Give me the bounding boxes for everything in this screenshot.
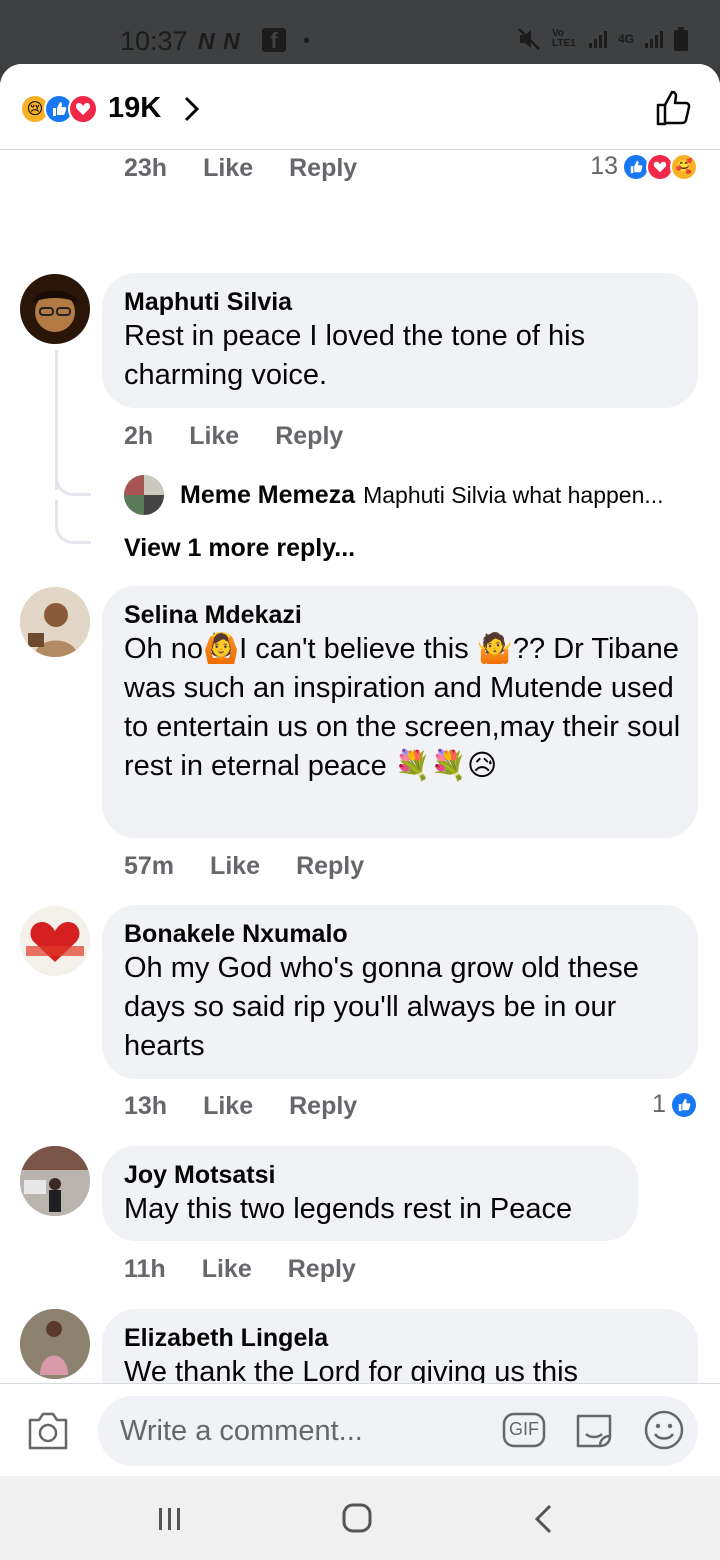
shrug-emoji: 🤷: [476, 633, 513, 665]
sheet-header: 😢 19K: [0, 64, 720, 150]
comment-time: 11h: [124, 1255, 166, 1283]
view-more-replies[interactable]: View 1 more reply...: [124, 534, 355, 563]
sticker-icon[interactable]: [572, 1408, 616, 1452]
comment-author[interactable]: Joy Motsatsi: [124, 1160, 616, 1190]
comment-bubble: Selina Mdekazi Oh no🙆I can't believe thi…: [102, 586, 698, 838]
comment-text: Rest in peace I loved the tone of his ch…: [124, 320, 586, 391]
like-outline-icon[interactable]: [654, 88, 694, 128]
comment-text-part: I can't believe this: [239, 633, 477, 665]
facebook-notification-icon: f: [262, 28, 286, 53]
status-time: 10:37: [120, 26, 188, 56]
bouquet-sad-emoji: 💐💐😥: [394, 750, 498, 782]
comment-composer: GIF: [0, 1383, 720, 1476]
comment-time: 13h: [124, 1092, 168, 1120]
avatar[interactable]: [20, 906, 90, 976]
thread-connector: [55, 450, 91, 496]
comment-actions: 11h Like Reply: [124, 1255, 392, 1284]
volte-label: Vo LTE1: [551, 28, 576, 49]
comment-text-part: Oh no: [124, 633, 203, 665]
signal-icon: [588, 31, 607, 48]
reply-avatar[interactable]: [124, 475, 164, 515]
comment-author[interactable]: Selina Mdekazi: [124, 600, 676, 630]
battery-icon: [674, 27, 688, 51]
like-link[interactable]: Like: [202, 1255, 252, 1284]
camera-icon[interactable]: [26, 1410, 70, 1452]
reactions-summary[interactable]: 😢 19K: [20, 92, 205, 125]
like-link[interactable]: Like: [189, 422, 239, 451]
status-bar: 10:37 N N f • Vo LTE1 4G: [0, 0, 720, 68]
comment-reaction-count: 13: [590, 152, 618, 180]
like-icon: [670, 1090, 698, 1119]
avatar[interactable]: [20, 274, 90, 344]
woman-gesturing-emoji: 🙆: [203, 633, 240, 665]
avatar[interactable]: [20, 1309, 90, 1379]
reply-preview[interactable]: Meme Memeza Maphuti Silvia what happen..…: [124, 475, 664, 515]
avatar[interactable]: [20, 1146, 90, 1216]
comment-bubble: Maphuti Silvia Rest in peace I loved the…: [102, 273, 698, 408]
chevron-right-icon[interactable]: [177, 95, 205, 123]
comment-input[interactable]: [120, 1410, 490, 1452]
gif-label: GIF: [509, 1419, 539, 1439]
gif-button[interactable]: GIF: [502, 1410, 546, 1450]
reaction-count: 19K: [108, 92, 162, 124]
comment-actions: 2h Like Reply: [124, 422, 379, 451]
like-link[interactable]: Like: [203, 154, 253, 183]
back-icon[interactable]: [524, 1502, 564, 1536]
notification-dot: •: [303, 30, 311, 52]
comment-reactions[interactable]: 1: [652, 1090, 698, 1119]
comment-time: 23h: [124, 154, 168, 182]
emoji-icon[interactable]: [642, 1408, 686, 1452]
comment-bubble: Bonakele Nxumalo Oh my God who's gonna g…: [102, 905, 698, 1079]
reply-link[interactable]: Reply: [296, 852, 364, 881]
like-link[interactable]: Like: [210, 852, 260, 881]
recents-icon[interactable]: [150, 1502, 190, 1536]
comments-sheet: 😢 19K 23h Like Reply 13 🥰 Maphuti Silvia…: [0, 64, 720, 1476]
avatar[interactable]: [20, 587, 90, 657]
network-type: 4G: [617, 32, 634, 46]
reply-link[interactable]: Reply: [275, 422, 343, 451]
status-right-cluster: Vo LTE1 4G: [516, 26, 688, 52]
comment-actions: 23h Like Reply: [124, 154, 393, 183]
comment-bubble: Joy Motsatsi May this two legends rest i…: [102, 1146, 638, 1241]
reply-text: Maphuti Silvia what happen...: [363, 481, 664, 508]
comment-actions: 13h Like Reply: [124, 1092, 393, 1121]
thread-connector: [55, 500, 91, 544]
signal-icon-2: [645, 31, 663, 48]
love-icon: [68, 93, 98, 124]
comment-reactions[interactable]: 13 🥰: [590, 152, 698, 181]
comment-author[interactable]: Bonakele Nxumalo: [124, 919, 676, 949]
comment-author[interactable]: Elizabeth Lingela: [124, 1323, 676, 1353]
reply-link[interactable]: Reply: [288, 1255, 356, 1284]
reply-link[interactable]: Reply: [289, 154, 357, 183]
comment-text: May this two legends rest in Peace: [124, 1193, 573, 1225]
comment-input-container[interactable]: GIF: [98, 1396, 698, 1466]
like-link[interactable]: Like: [203, 1092, 253, 1121]
comment-actions: 57m Like Reply: [124, 852, 400, 881]
comment-text: Oh no🙆I can't believe this 🤷?? Dr Tibane…: [124, 630, 684, 786]
comment-time: 57m: [124, 852, 175, 880]
comment-reaction-count: 1: [652, 1090, 666, 1118]
comment-time: 2h: [124, 422, 154, 450]
system-nav-bar: [0, 1476, 720, 1560]
reply-author[interactable]: Meme Memeza: [180, 481, 355, 510]
comment-text: Oh my God who's gonna grow old these day…: [124, 952, 639, 1062]
network-notification-icons: N N: [198, 28, 241, 54]
comment-author[interactable]: Maphuti Silvia: [124, 287, 676, 317]
mute-icon: [518, 28, 540, 50]
care-icon: 🥰: [670, 152, 698, 181]
reply-link[interactable]: Reply: [289, 1092, 357, 1121]
home-icon[interactable]: [337, 1502, 377, 1536]
